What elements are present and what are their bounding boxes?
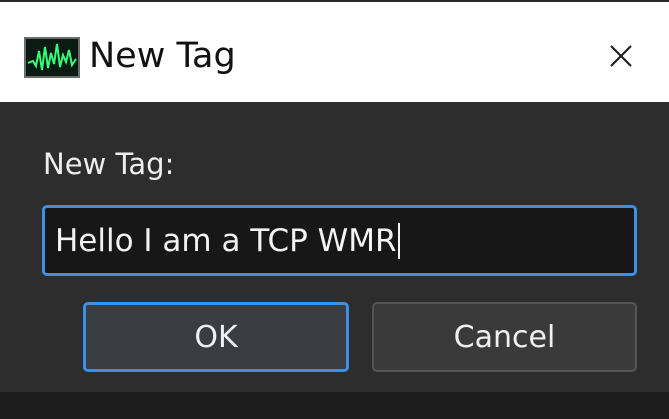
window-top-edge: [0, 0, 669, 14]
window-bottom-edge: [0, 392, 669, 419]
title-bar[interactable]: New Tag: [0, 14, 669, 102]
dialog-body: New Tag: Hello I am a TCP WMR OK Cancel: [0, 102, 669, 419]
close-icon: [610, 45, 632, 67]
new-tag-label: New Tag:: [43, 147, 175, 181]
cancel-button[interactable]: Cancel: [372, 302, 637, 372]
ok-button[interactable]: OK: [83, 302, 349, 372]
new-tag-input-value: Hello I am a TCP WMR: [55, 222, 397, 259]
new-tag-input[interactable]: Hello I am a TCP WMR: [42, 205, 637, 276]
text-caret: [397, 222, 400, 259]
new-tag-dialog: New Tag New Tag: Hello I am a TCP WMR OK…: [0, 0, 669, 419]
dialog-title: New Tag: [89, 36, 236, 76]
waveform-icon: [24, 37, 80, 78]
close-button[interactable]: [586, 24, 656, 88]
